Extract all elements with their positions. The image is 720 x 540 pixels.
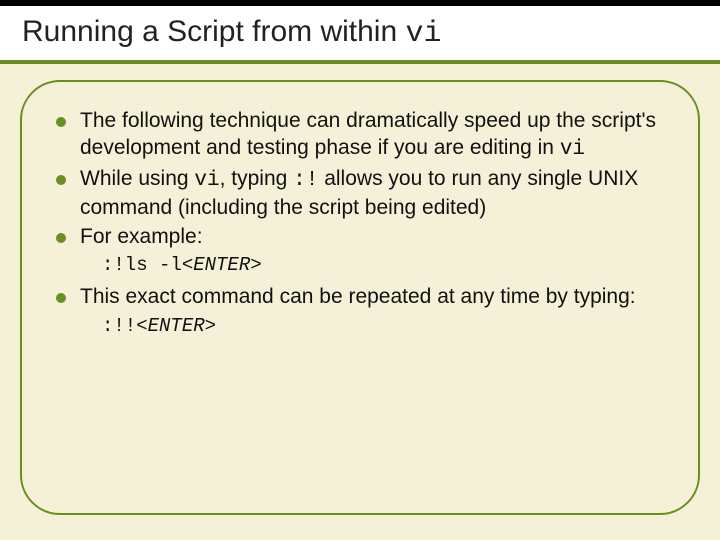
- bullet-item: While using vi, typing :! allows you to …: [52, 166, 668, 222]
- slide-title: Running a Script from within vi: [22, 15, 442, 51]
- bullet-text: , typing: [220, 167, 294, 190]
- bullet-list: The following technique can dramatically…: [52, 108, 668, 337]
- bullet-item: For example:: [52, 224, 668, 251]
- bullet-mono-text: vi: [560, 138, 585, 161]
- bullet-item: This exact command can be repeated at an…: [52, 284, 668, 311]
- bullet-mono-text: vi: [194, 169, 219, 192]
- title-text: Running a Script from within: [22, 15, 406, 48]
- command-text: :!!: [102, 315, 136, 337]
- title-bar: Running a Script from within vi: [0, 0, 720, 60]
- title-mono: vi: [406, 17, 442, 51]
- sub-command: :!ls -l<ENTER>: [102, 254, 668, 276]
- bullet-text: For example:: [80, 225, 203, 248]
- horizontal-rule: [0, 60, 720, 64]
- enter-key: <ENTER>: [136, 315, 216, 337]
- sub-command: :!!<ENTER>: [102, 315, 668, 337]
- enter-key: <ENTER>: [182, 254, 262, 276]
- content-box: The following technique can dramatically…: [20, 80, 700, 515]
- bullet-mono-text: :!: [293, 169, 318, 192]
- bullet-item: The following technique can dramatically…: [52, 108, 668, 164]
- command-text: :!ls -l: [102, 254, 182, 276]
- bullet-text: While using: [80, 167, 194, 190]
- bullet-text: This exact command can be repeated at an…: [80, 285, 636, 308]
